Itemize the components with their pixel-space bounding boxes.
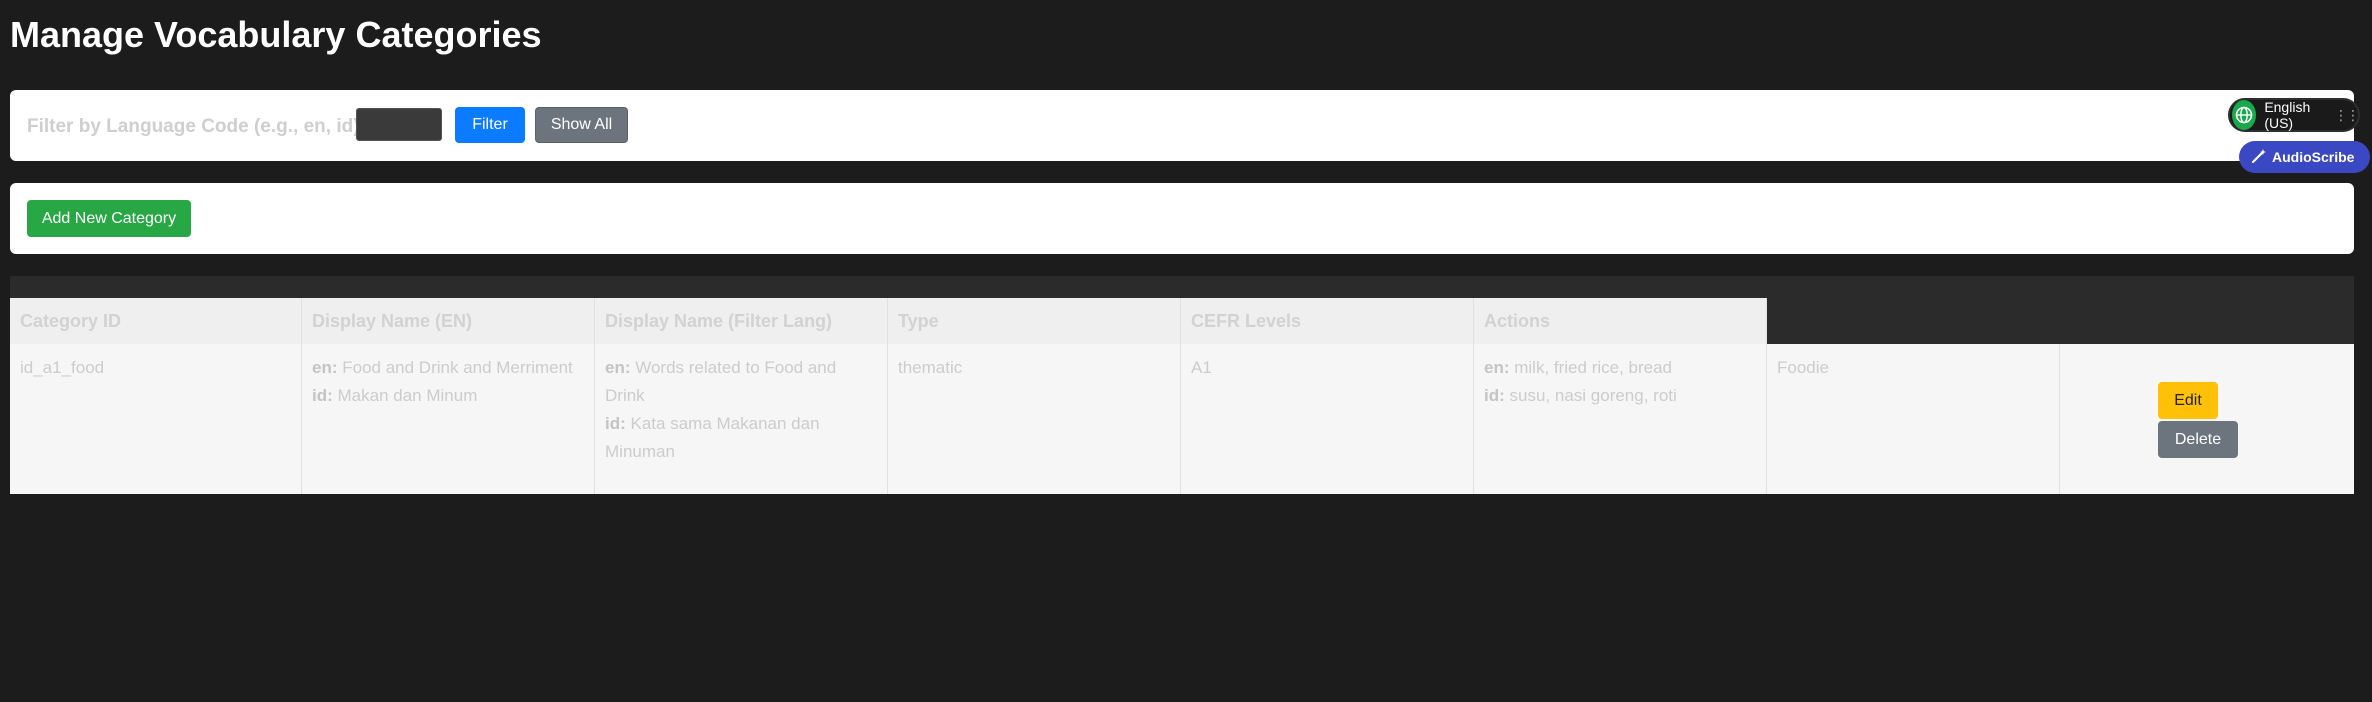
header-category-id: Category ID: [10, 298, 302, 344]
language-code-input[interactable]: [356, 108, 442, 141]
header-cefr-levels: CEFR Levels: [1181, 298, 1474, 344]
lang-code: en:: [1484, 358, 1510, 377]
header-actions: Actions: [1474, 298, 1767, 344]
edit-button[interactable]: Edit: [2158, 382, 2218, 419]
cell-tag: Foodie: [1767, 344, 2060, 494]
header-display-name-filter: Display Name (Filter Lang): [595, 298, 888, 344]
cell-row-actions: [2060, 344, 2354, 494]
lang-code: id:: [605, 414, 626, 433]
category-type: thematic: [898, 358, 963, 377]
cell-cefr-levels: A1: [1181, 344, 1474, 494]
page-title: Manage Vocabulary Categories: [10, 14, 542, 55]
display-name-text: Words related to Food and Drink: [605, 358, 837, 405]
drag-handle-icon[interactable]: ⋮⋮: [2334, 107, 2360, 124]
cell-display-name-en: en: Food and Drink and Merriment id: Mak…: [302, 344, 595, 494]
add-category-button[interactable]: Add New Category: [27, 200, 191, 237]
cell-type: thematic: [888, 344, 1181, 494]
category-id: id_a1_food: [20, 358, 105, 377]
language-widget[interactable]: English (US) ⋮⋮: [2228, 98, 2360, 132]
cell-category-id: id_a1_food: [10, 344, 302, 494]
filter-label: Filter by Language Code (e.g., en, id):: [27, 116, 366, 137]
categories-table: Category ID Display Name (EN) Display Na…: [10, 276, 2354, 494]
audioscribe-button[interactable]: AudioScribe: [2239, 141, 2370, 173]
display-name-text: Makan dan Minum: [337, 386, 478, 405]
cell-display-name-filter: en: Words related to Food and Drink id: …: [595, 344, 888, 494]
display-name-text: Kata sama Makanan dan Minuman: [605, 414, 820, 461]
table-row: id_a1_food en: Food and Drink and Merrim…: [10, 344, 2354, 494]
filter-button[interactable]: Filter: [455, 107, 525, 143]
language-label: English (US): [2264, 99, 2311, 131]
lang-code: id:: [312, 386, 333, 405]
lang-code: id:: [1484, 386, 1505, 405]
cell-examples: en: milk, fried rice, bread id: susu, na…: [1474, 344, 1767, 494]
lang-code: en:: [605, 358, 631, 377]
examples-text: susu, nasi goreng, roti: [1509, 386, 1677, 405]
add-category-panel: Add New Category: [10, 183, 2354, 254]
globe-icon: [2232, 100, 2257, 130]
header-type: Type: [888, 298, 1181, 344]
filter-panel: Filter by Language Code (e.g., en, id): …: [10, 90, 2354, 161]
examples-text: milk, fried rice, bread: [1514, 358, 1673, 377]
display-name-text: Food and Drink and Merriment: [342, 358, 573, 377]
cefr-level: A1: [1191, 358, 1212, 377]
show-all-button[interactable]: Show All: [535, 107, 628, 143]
audioscribe-label: AudioScribe: [2272, 149, 2355, 165]
delete-button[interactable]: Delete: [2158, 421, 2238, 458]
magic-wand-icon: [2251, 148, 2267, 167]
header-display-name-en: Display Name (EN): [302, 298, 595, 344]
lang-code: en:: [312, 358, 338, 377]
category-tag: Foodie: [1777, 358, 1829, 377]
